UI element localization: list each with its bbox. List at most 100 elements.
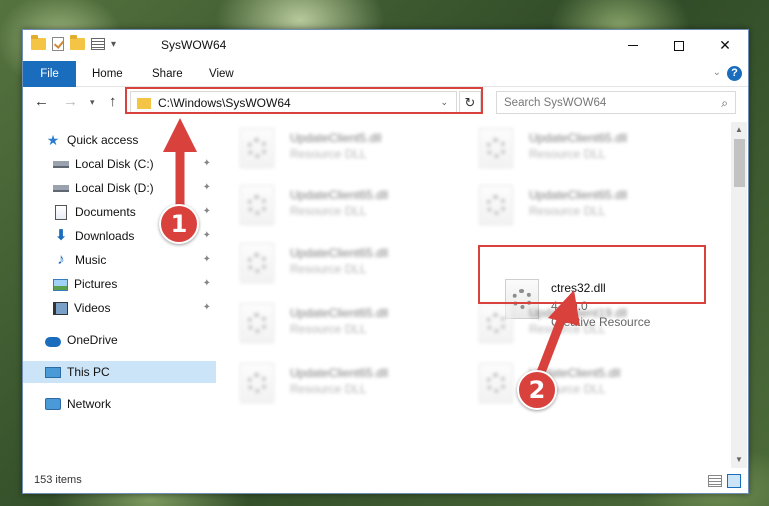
pin-icon: ✦	[202, 230, 211, 241]
address-dropdown-icon[interactable]: ⌄	[440, 97, 448, 108]
sidebar-item-local-disk-d[interactable]: Local Disk (D:) ✦	[23, 177, 216, 199]
videos-icon	[53, 301, 68, 315]
customize-icon[interactable]	[91, 38, 105, 50]
gear-icon	[486, 195, 506, 215]
sidebar-item-label: Pictures	[74, 277, 118, 291]
close-button[interactable]: ✕	[702, 30, 748, 61]
list-item[interactable]: UpdateClient65.dll Resource DLL	[220, 300, 440, 348]
callout-step-2: 2	[517, 370, 557, 410]
tiles-view-icon[interactable]	[727, 474, 741, 488]
list-item[interactable]: UpdateClient65.dll Resource DLL	[220, 240, 440, 288]
dll-file-icon	[479, 303, 513, 343]
help-icon[interactable]: ?	[727, 66, 742, 81]
folder-icon	[31, 35, 46, 50]
file-list: UpdateClient5.dll Resource DLL UpdateCli…	[220, 122, 735, 468]
gear-icon	[486, 373, 506, 393]
pictures-icon	[53, 279, 68, 291]
sidebar-item-label: OneDrive	[67, 333, 118, 347]
forward-arrow-icon[interactable]: →	[63, 93, 78, 110]
qat-dropdown-icon[interactable]: ▾	[111, 39, 116, 50]
ribbon-tabs: File Home Share View ⌄ ?	[23, 61, 748, 87]
pc-icon	[45, 367, 61, 378]
sidebar-item-label: Documents	[75, 205, 136, 219]
search-icon: ⌕	[721, 96, 728, 110]
sidebar-item-network[interactable]: Network	[23, 393, 216, 415]
gear-icon	[247, 313, 267, 333]
sidebar-item-label: Quick access	[67, 133, 139, 147]
gear-icon	[486, 313, 506, 333]
file-explorer-window: ▾ SysWOW64 ✕ File Home Share View ⌄ ? ← …	[22, 29, 749, 494]
up-arrow-icon[interactable]: ↑	[109, 93, 117, 110]
dll-file-icon	[240, 243, 274, 283]
dll-file-icon	[479, 363, 513, 403]
title-bar: ▾ SysWOW64 ✕	[23, 30, 748, 61]
list-item[interactable]: UpdateClient65.dll Resource DLL	[459, 182, 679, 230]
dll-file-icon	[240, 303, 274, 343]
navigation-pane: ★ Quick access Local Disk (C:) ✦ Local D…	[23, 122, 216, 468]
scroll-up-icon[interactable]: ▲	[731, 122, 747, 138]
minimize-icon	[628, 45, 638, 46]
gear-icon	[247, 373, 267, 393]
properties-check-icon[interactable]	[52, 37, 64, 51]
vertical-scrollbar[interactable]: ▲ ▼	[731, 122, 747, 468]
recent-locations-icon[interactable]: ▾	[90, 97, 95, 108]
sidebar-item-this-pc[interactable]: This PC	[23, 361, 216, 383]
address-bar[interactable]: C:\Windows\SysWOW64 ⌄	[130, 91, 457, 114]
disk-icon	[53, 156, 69, 172]
sidebar-item-videos[interactable]: Videos ✦	[23, 297, 216, 319]
refresh-icon[interactable]: ↻	[459, 91, 481, 114]
list-item[interactable]: UpdateClient65.dll Resource DLL	[459, 125, 679, 173]
dll-file-icon	[240, 128, 274, 168]
sidebar-item-onedrive[interactable]: OneDrive	[23, 329, 216, 351]
sidebar-item-label: This PC	[67, 365, 110, 379]
dll-file-icon	[479, 128, 513, 168]
list-item[interactable]: UpdateClient5.dll Resource DLL	[459, 360, 679, 408]
back-arrow-icon[interactable]: ←	[34, 93, 49, 110]
sidebar-item-music[interactable]: ♪ Music ✦	[23, 249, 216, 271]
scroll-thumb[interactable]	[734, 139, 745, 187]
music-icon: ♪	[57, 251, 65, 268]
dll-file-icon	[479, 185, 513, 225]
tab-file[interactable]: File	[23, 61, 76, 87]
list-item[interactable]: UpdateClient5.dll Resource DLL	[220, 125, 440, 173]
scroll-down-icon[interactable]: ▼	[731, 452, 747, 468]
window-title: SysWOW64	[161, 38, 227, 52]
pin-icon: ✦	[202, 302, 211, 313]
tab-share[interactable]: Share	[152, 61, 183, 87]
sidebar-item-quick-access[interactable]: ★ Quick access	[23, 129, 216, 151]
search-input[interactable]: Search SysWOW64	[504, 97, 606, 109]
list-item[interactable]: UpdateClient65.dll Resource DLL	[220, 182, 440, 230]
downloads-icon: ⬇	[54, 227, 68, 244]
network-icon	[45, 398, 61, 410]
gear-icon	[486, 138, 506, 158]
list-item[interactable]: UpdateClient19.dll Resource DLL	[459, 300, 679, 348]
navigation-bar: ← → ▾ ↑ C:\Windows\SysWOW64 ⌄ ↻ Search S…	[23, 88, 748, 118]
gear-icon	[247, 253, 267, 273]
gear-icon	[247, 195, 267, 215]
tab-home[interactable]: Home	[92, 61, 123, 87]
pin-icon: ✦	[202, 206, 211, 217]
file-name: ctres32.dll	[551, 281, 606, 295]
sidebar-item-label: Music	[75, 253, 107, 267]
expand-ribbon-icon[interactable]: ⌄	[713, 67, 721, 78]
new-folder-icon[interactable]	[70, 35, 85, 50]
status-bar: 153 items	[23, 469, 748, 493]
dll-file-icon	[240, 363, 274, 403]
list-item[interactable]: UpdateClient65.dll Resource DLL	[220, 360, 440, 408]
pin-icon: ✦	[202, 182, 211, 193]
maximize-button[interactable]	[656, 30, 702, 61]
sidebar-item-local-disk-c[interactable]: Local Disk (C:) ✦	[23, 153, 216, 175]
maximize-icon	[674, 40, 684, 51]
sidebar-item-label: Local Disk (C:)	[75, 157, 154, 171]
tab-view[interactable]: View	[209, 61, 234, 87]
dll-file-icon	[240, 185, 274, 225]
disk-icon	[53, 180, 69, 196]
address-path[interactable]: C:\Windows\SysWOW64	[158, 96, 291, 110]
pin-icon: ✦	[202, 278, 211, 289]
search-box[interactable]: Search SysWOW64 ⌕	[496, 91, 736, 114]
onedrive-icon	[45, 337, 61, 347]
sidebar-item-pictures[interactable]: Pictures ✦	[23, 273, 216, 295]
minimize-button[interactable]	[610, 30, 656, 61]
sidebar-item-label: Network	[67, 397, 112, 411]
details-view-icon[interactable]	[708, 475, 722, 487]
